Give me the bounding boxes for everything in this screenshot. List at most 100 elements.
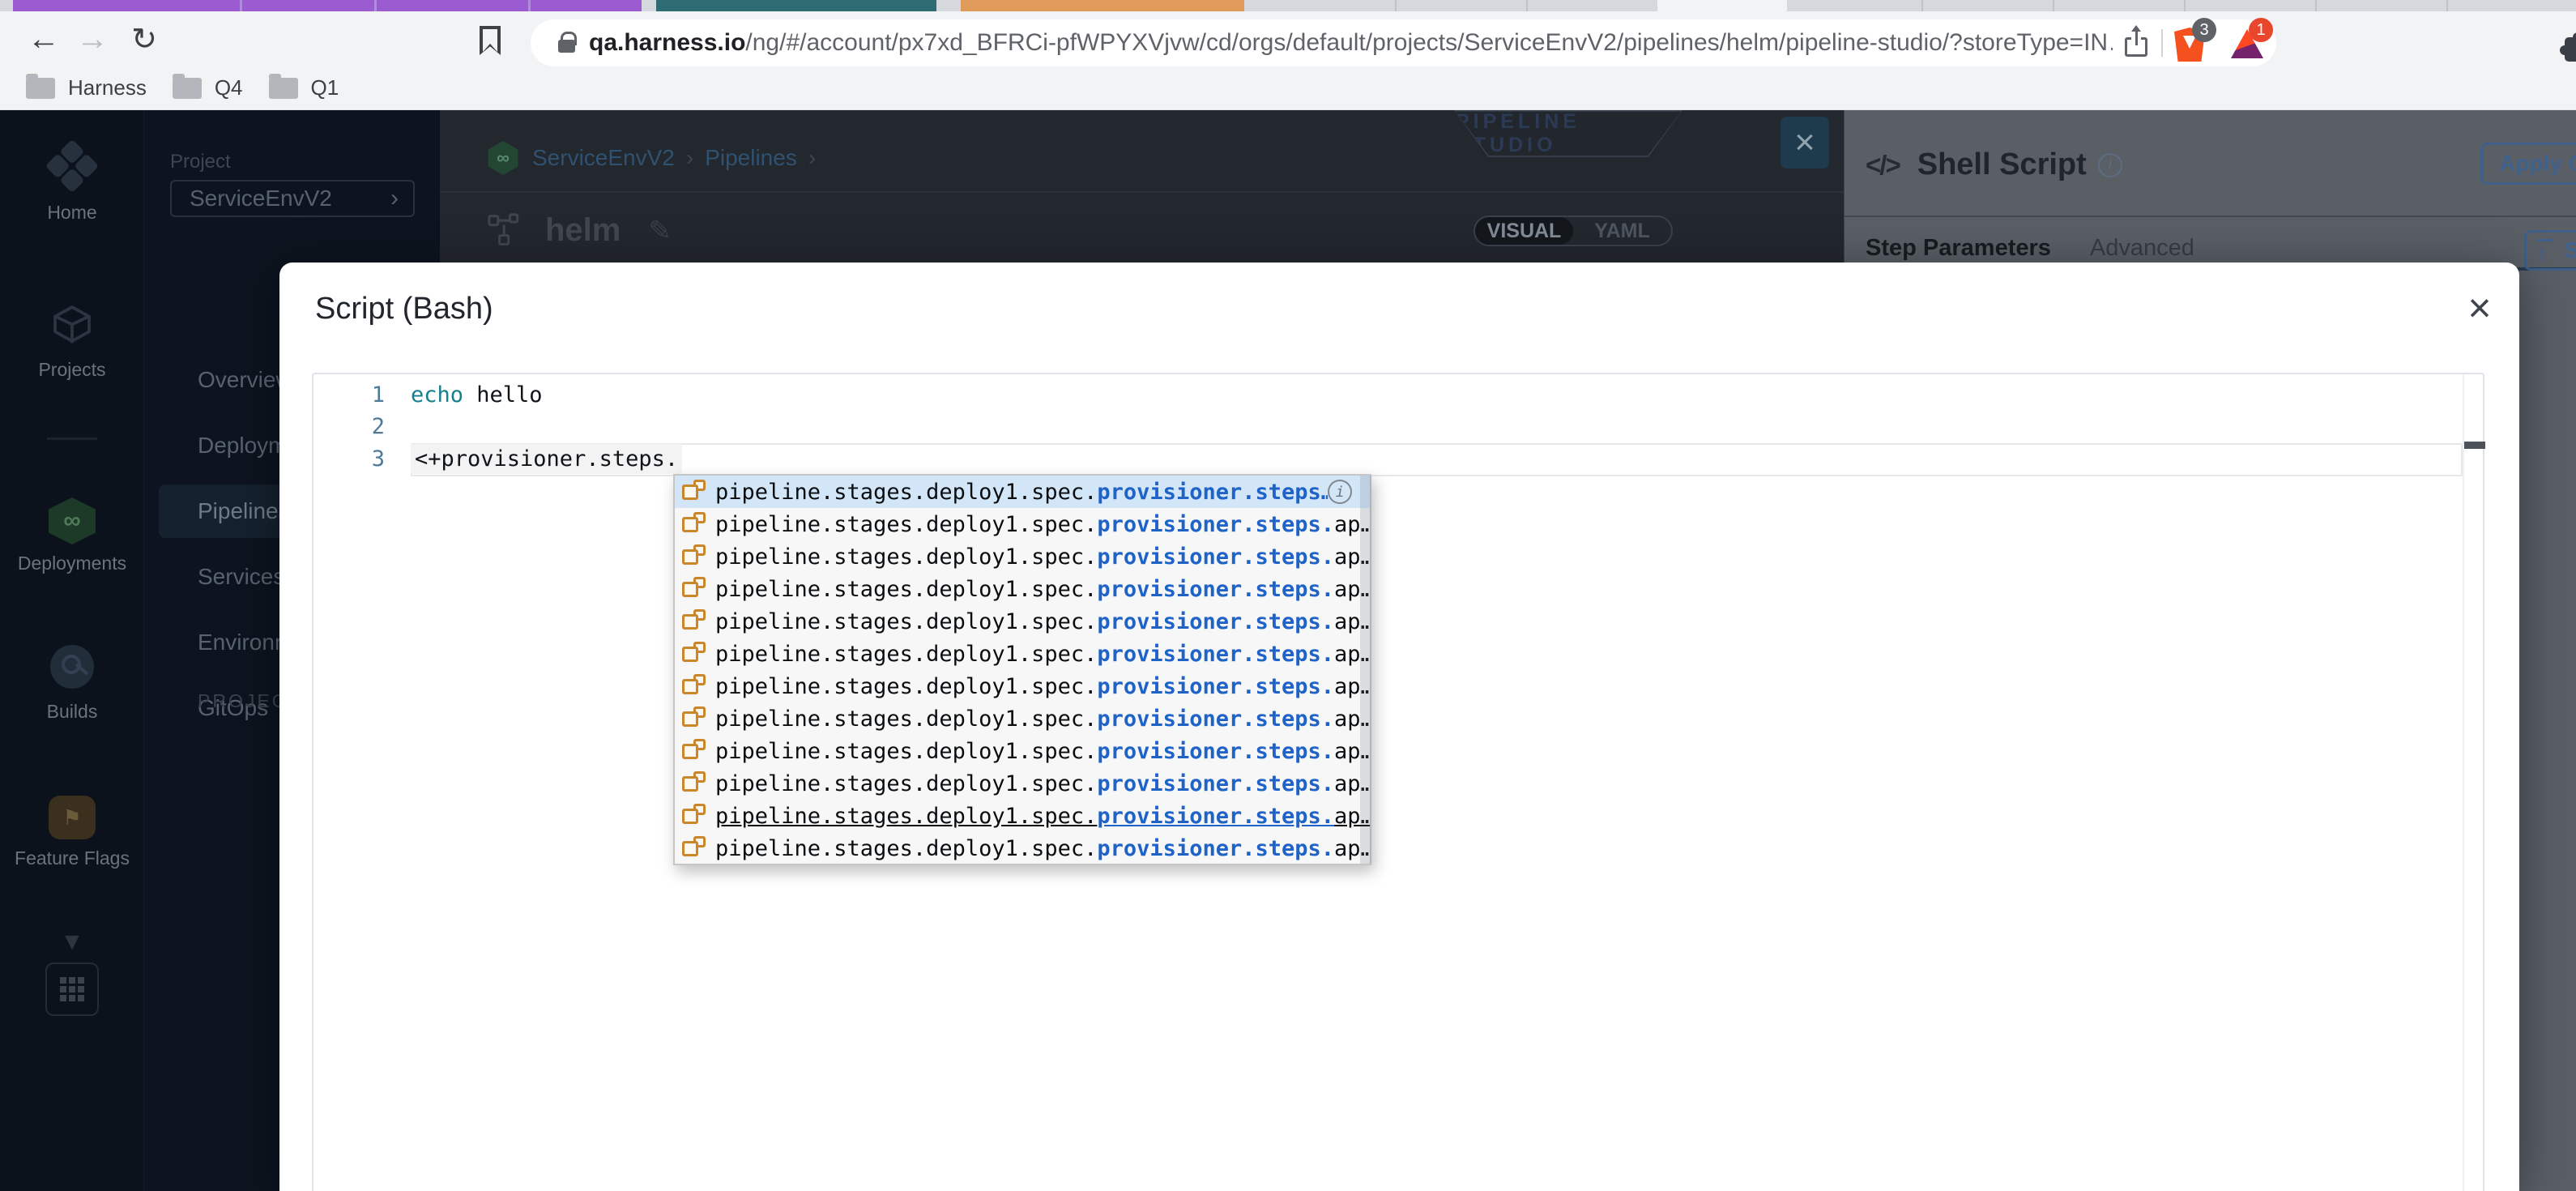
modal-close-button[interactable]: × xyxy=(2457,285,2502,331)
lock-icon[interactable] xyxy=(558,32,577,54)
browser-tab-strip xyxy=(0,0,2576,11)
active-tab[interactable] xyxy=(1657,0,1787,11)
forward-button[interactable]: → xyxy=(71,18,113,60)
tab-separator xyxy=(2053,0,2054,11)
folder-icon xyxy=(268,73,298,99)
editor-line: 1 echo hello xyxy=(371,382,543,408)
screen: ← → ↻ qa.harness.io/ng/#/account/px7xd_B… xyxy=(0,0,2576,1191)
tab-separator xyxy=(2184,0,2186,11)
bookmarks-bar: Harness Q4 Q1 xyxy=(0,66,2576,110)
projects-icon xyxy=(53,305,91,344)
sidebar-item-builds[interactable]: Builds xyxy=(0,645,144,723)
folder-icon xyxy=(26,73,55,99)
toggle-visual[interactable]: VISUAL xyxy=(1475,217,1573,245)
bookmark-label: Harness xyxy=(68,75,147,100)
sidebar-item-projects[interactable]: Projects xyxy=(0,301,144,381)
project-name: ServiceEnvV2 xyxy=(190,186,332,211)
editor-line: 2 xyxy=(371,414,385,439)
suggestion-row[interactable]: pipeline.stages.deploy1.spec.provisioner… xyxy=(675,767,1370,800)
sidebar-item-deployments[interactable]: ∞ Deployments xyxy=(0,497,144,574)
suggestion-row[interactable]: pipeline.stages.deploy1.spec.provisioner… xyxy=(675,476,1370,508)
editor-scroll-marker[interactable] xyxy=(2464,442,2485,449)
chevron-down-icon[interactable]: ▼ xyxy=(0,928,144,956)
brave-shield-icon[interactable]: 3 xyxy=(2173,18,2216,62)
suggestion-row[interactable]: pipeline.stages.deploy1.spec.provisioner… xyxy=(675,540,1370,573)
autocomplete-dropdown: pipeline.stages.deploy1.spec.provisioner… xyxy=(673,474,1371,865)
modal-title: Script (Bash) xyxy=(315,292,493,326)
tab-separator xyxy=(1526,0,1528,11)
apply-changes-button[interactable]: Apply Changes xyxy=(2480,143,2576,185)
tab-group-purple[interactable] xyxy=(13,0,642,11)
breadcrumb-project[interactable]: ServiceEnvV2 xyxy=(532,145,675,171)
edit-pencil-icon[interactable]: ✎ xyxy=(648,215,672,247)
snippet-icon xyxy=(681,511,707,537)
snippet-icon xyxy=(681,673,707,699)
script-editor[interactable]: 1 echo hello 2 3 <+provisioner.steps. xyxy=(312,373,2485,1191)
address-bar[interactable]: qa.harness.io/ng/#/account/px7xd_BFRCi-p… xyxy=(531,18,2276,66)
suggestion-row[interactable]: pipeline.stages.deploy1.spec.provisioner… xyxy=(675,800,1370,832)
refresh-button[interactable]: ↻ xyxy=(123,18,165,60)
breadcrumb-separator: › xyxy=(685,145,694,170)
builds-icon xyxy=(50,645,94,689)
suggestion-row[interactable]: pipeline.stages.deploy1.spec.provisioner… xyxy=(675,702,1370,735)
folder-icon xyxy=(172,73,202,99)
editor-line: 3 <+provisioner.steps. xyxy=(313,443,2460,475)
bat-rewards-icon[interactable]: 1 xyxy=(2229,18,2273,62)
deployments-icon: ∞ xyxy=(49,497,96,544)
tab-separator xyxy=(1921,0,1923,11)
pipeline-studio-tag: PIPELINE STUDIO xyxy=(1454,110,1683,157)
toggle-yaml[interactable]: YAML xyxy=(1573,217,1671,245)
extensions-icon[interactable] xyxy=(2560,32,2576,65)
tab-step-parameters[interactable]: Step Parameters xyxy=(1866,235,2051,262)
tab-separator xyxy=(374,0,377,11)
suggestion-row[interactable]: pipeline.stages.deploy1.spec.provisioner… xyxy=(675,832,1370,864)
info-icon[interactable]: i xyxy=(2097,152,2122,177)
back-button[interactable]: ← xyxy=(23,18,65,60)
module-grid-button[interactable] xyxy=(45,963,99,1016)
tab-group-teal[interactable] xyxy=(656,0,936,11)
bookmark-icon[interactable] xyxy=(480,26,501,55)
snippet-icon xyxy=(681,803,707,829)
breadcrumb-separator: › xyxy=(808,145,817,170)
breadcrumb-pipelines[interactable]: Pipelines xyxy=(705,145,797,171)
project-selector[interactable]: ServiceEnvV2 › xyxy=(170,180,415,217)
suggestion-row[interactable]: pipeline.stages.deploy1.spec.provisioner… xyxy=(675,735,1370,767)
step-title-row: </> Shell Script i xyxy=(1866,147,2122,182)
bookmark-folder[interactable]: Harness xyxy=(26,73,147,100)
snippet-icon xyxy=(681,835,707,861)
suggest-scrollbar[interactable] xyxy=(1360,476,1371,864)
suggestion-row[interactable]: pipeline.stages.deploy1.spec.provisioner… xyxy=(675,508,1370,540)
share-icon[interactable] xyxy=(2124,28,2150,58)
sidebar-item-home[interactable]: Home xyxy=(0,138,144,224)
feature-flags-icon: ⚑ xyxy=(49,796,96,839)
project-label: Project xyxy=(170,151,231,173)
suggestion-row[interactable]: pipeline.stages.deploy1.spec.provisioner… xyxy=(675,573,1370,605)
suggestion-row[interactable]: pipeline.stages.deploy1.spec.provisioner… xyxy=(675,605,1370,638)
bookmark-folder[interactable]: Q4 xyxy=(172,73,243,100)
tab-separator xyxy=(240,0,242,11)
tab-separator xyxy=(528,0,531,11)
bookmark-folder[interactable]: Q1 xyxy=(268,73,339,100)
step-title: Shell Script xyxy=(1917,147,2087,181)
project-hex-icon: ∞ xyxy=(488,141,518,175)
suggestion-info-icon[interactable]: i xyxy=(1328,480,1352,504)
suggestion-row[interactable]: pipeline.stages.deploy1.spec.provisioner… xyxy=(675,638,1370,670)
home-icon xyxy=(41,137,103,198)
bookmark-label: Q4 xyxy=(214,75,243,100)
snippet-icon xyxy=(681,706,707,732)
bookmark-label: Q1 xyxy=(310,75,339,100)
url-text[interactable]: qa.harness.io/ng/#/account/px7xd_BFRCi-p… xyxy=(589,29,2113,57)
tab-separator xyxy=(2446,0,2448,11)
sidebar-item-feature-flags[interactable]: ⚑ Feature Flags xyxy=(0,796,144,869)
snippet-icon xyxy=(681,576,707,602)
visual-yaml-toggle[interactable]: VISUAL YAML xyxy=(1474,216,1673,246)
tab-separator xyxy=(1395,0,1397,11)
suggestion-row[interactable]: pipeline.stages.deploy1.spec.provisioner… xyxy=(675,670,1370,702)
tab-advanced[interactable]: Advanced xyxy=(2090,235,2194,262)
tab-group-orange[interactable] xyxy=(961,0,1244,11)
save-template-button[interactable]: Save xyxy=(2524,230,2576,271)
script-modal: Script (Bash) × 1 echo hello 2 3 <+provi… xyxy=(279,263,2519,1191)
step-tabs: Step Parameters Advanced xyxy=(1866,235,2194,262)
close-studio-button[interactable]: × xyxy=(1781,117,1829,169)
pipeline-title-row: helm ✎ xyxy=(487,212,672,249)
